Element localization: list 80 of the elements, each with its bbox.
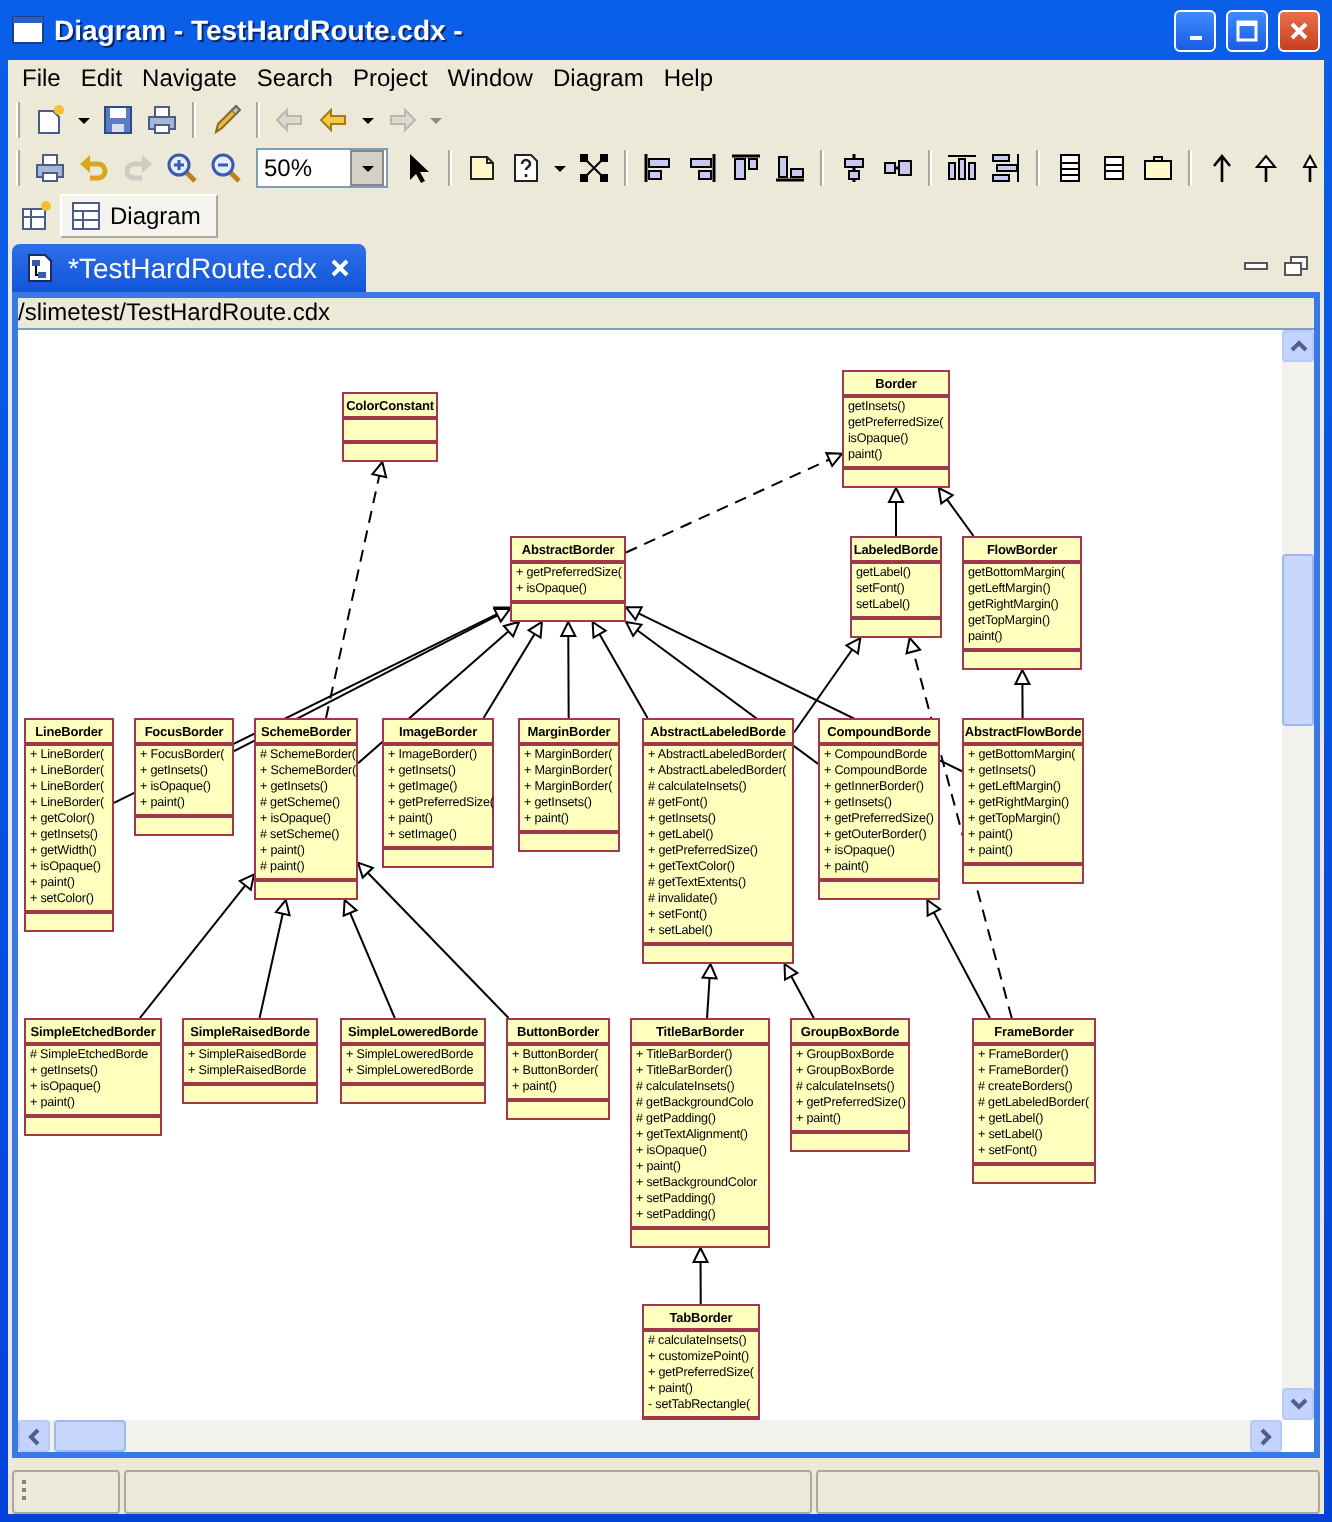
scroll-thumb[interactable] [54, 1420, 126, 1452]
inheritance-arrow [783, 962, 815, 1019]
print-icon [146, 104, 178, 136]
undo-icon [78, 152, 110, 184]
print-icon [34, 152, 66, 184]
editor-tab[interactable]: *TestHardRoute.cdx [12, 244, 366, 292]
chevron-right-icon [1260, 1427, 1272, 1445]
align-bottom-icon [774, 152, 806, 184]
back-arrow-icon [318, 104, 350, 136]
file-path: /slimetest/TestHardRoute.cdx [18, 298, 1314, 328]
close-button[interactable] [1278, 9, 1320, 51]
class-box[interactable] [630, 1018, 770, 1248]
scroll-right-button[interactable] [1250, 1420, 1282, 1452]
table-icon [70, 200, 102, 232]
grip-icon [22, 1478, 28, 1506]
close-icon [1288, 19, 1310, 41]
menu-item[interactable]: Help [653, 62, 724, 94]
distribute-horizontal-icon [946, 152, 978, 184]
caret-icon [359, 163, 375, 173]
restore-icon[interactable] [1284, 256, 1308, 276]
menu-item[interactable]: Search [246, 62, 343, 94]
rectangle-icon [1142, 152, 1174, 184]
note-icon [466, 152, 498, 184]
redo-icon [122, 152, 154, 184]
menu-item[interactable]: Window [437, 62, 543, 94]
menu-item[interactable]: File [12, 62, 71, 94]
scroll-thumb[interactable] [1282, 554, 1314, 726]
menu-item[interactable]: Diagram [542, 62, 654, 94]
chevron-up-icon [1289, 340, 1307, 352]
zoom-field[interactable]: 50% [258, 150, 350, 186]
vertical-scrollbar[interactable] [1282, 330, 1314, 1420]
align-left-icon [642, 152, 674, 184]
align-right-icon [686, 152, 718, 184]
align-top-icon [730, 152, 762, 184]
minimize-icon [1189, 35, 1201, 39]
caret-icon[interactable] [552, 164, 568, 175]
scroll-up-button[interactable] [1282, 330, 1314, 362]
document-question-icon [510, 152, 542, 184]
inheritance-arrow [1013, 667, 1032, 719]
inheritance-arrow [559, 619, 577, 719]
chevron-down-icon [1289, 1398, 1307, 1410]
chevron-left-icon [28, 1427, 40, 1445]
maximize-icon [1236, 19, 1258, 41]
menu-item[interactable]: Navigate [132, 62, 247, 94]
zoom-in-icon [166, 152, 198, 184]
inheritance-arrow [926, 898, 991, 1019]
zoom-out-icon [210, 152, 242, 184]
dropdown-button[interactable] [350, 150, 384, 186]
open-view-icon[interactable] [20, 200, 52, 232]
stacked-lines-icon [1054, 152, 1086, 184]
horizontal-scrollbar[interactable] [18, 1420, 1282, 1452]
window-title: Diagram - TestHardRoute.cdx - [54, 11, 463, 50]
maximize-button[interactable] [1226, 9, 1268, 51]
zoom-combo[interactable]: 50% [256, 148, 388, 188]
menu-item[interactable]: Project [342, 62, 438, 94]
save-icon [102, 104, 134, 136]
inheritance-arrow [887, 485, 905, 537]
new-file-icon [34, 104, 66, 136]
distribute-vertical-icon [990, 152, 1022, 184]
diagram-file-icon [24, 252, 56, 284]
caret-icon[interactable] [360, 116, 376, 127]
caret-icon[interactable] [76, 116, 92, 127]
view-tab[interactable]: Diagram [60, 194, 219, 238]
hollow-up-arrow-icon [1250, 152, 1282, 184]
minimize-button[interactable] [1174, 9, 1216, 51]
align-center-icon [838, 152, 870, 184]
inheritance-arrow [937, 486, 975, 537]
two-lines-icon [1098, 152, 1130, 184]
marker-icon [210, 104, 242, 136]
menu-item[interactable]: Edit [70, 62, 133, 94]
inheritance-arrow [691, 1245, 710, 1305]
window-icon [12, 16, 44, 44]
class-box[interactable] [642, 718, 794, 964]
inheritance-arrow [700, 961, 719, 1019]
scroll-left-button[interactable] [18, 1420, 50, 1452]
scroll-down-button[interactable] [1282, 1388, 1314, 1420]
close-icon[interactable] [329, 258, 350, 278]
forward-arrow-icon [386, 104, 418, 136]
back-arrow-icon [274, 104, 306, 136]
node-connector-icon [578, 152, 610, 184]
